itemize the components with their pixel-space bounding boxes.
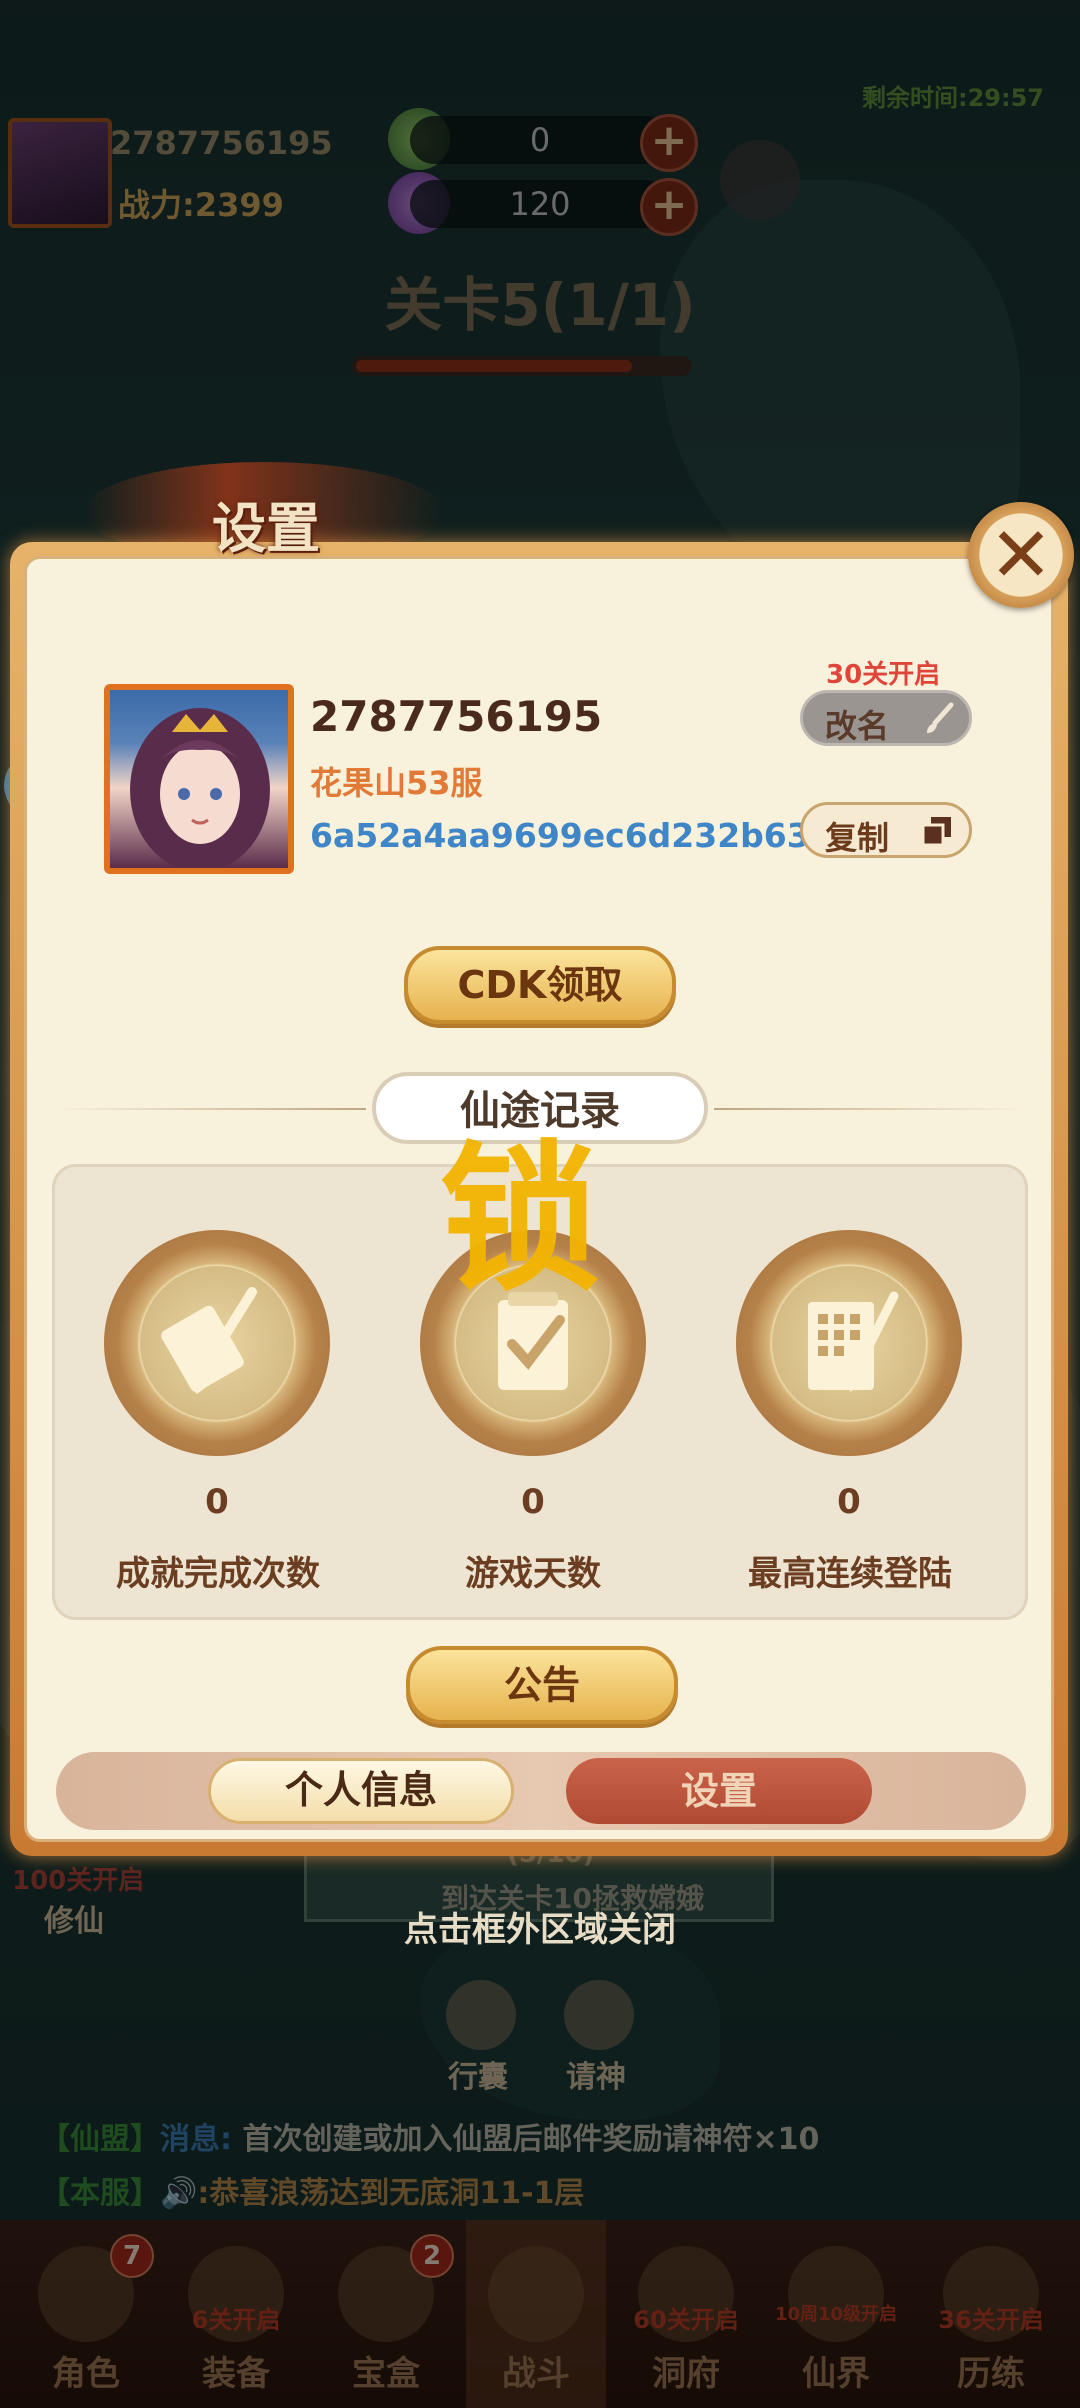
achievement-label: 成就完成次数 xyxy=(116,1554,320,1594)
section-divider-left xyxy=(56,1108,366,1110)
rename-button[interactable]: 改名 xyxy=(800,690,972,746)
account-hash: 6a52a4aa9699ec6d232b6390 xyxy=(310,816,856,855)
scroll-brush-icon xyxy=(161,1287,257,1394)
tab-personal-info[interactable]: 个人信息 xyxy=(208,1758,514,1824)
rename-label: 改名 xyxy=(825,707,890,745)
player-id: 2787756195 xyxy=(310,692,603,741)
copy-button[interactable]: 复制 xyxy=(800,802,972,858)
game-days-label: 游戏天数 xyxy=(465,1554,601,1594)
achievement-medal xyxy=(104,1230,330,1456)
player-avatar[interactable] xyxy=(104,684,294,874)
section-divider-right xyxy=(714,1108,1024,1110)
rename-unlock-tip: 30关开启 xyxy=(826,660,941,690)
close-icon: ✕ xyxy=(989,510,1053,599)
tab-settings[interactable]: 设置 xyxy=(566,1758,872,1824)
close-button[interactable]: ✕ xyxy=(968,502,1074,608)
calendar-brush-icon xyxy=(808,1291,899,1392)
dialog-tab-bar xyxy=(56,1752,1026,1830)
login-streak-label: 最高连续登陆 xyxy=(748,1554,952,1594)
login-streak-medal xyxy=(736,1230,962,1456)
lock-watermark: 锁 xyxy=(440,1126,601,1313)
close-hint: 点击框外区域关闭 xyxy=(404,1910,676,1950)
notice-button[interactable]: 公告 xyxy=(406,1646,678,1724)
login-streak-count: 0 xyxy=(837,1482,861,1522)
brush-icon xyxy=(927,702,954,733)
character-portrait-icon xyxy=(130,708,270,868)
cdk-redeem-button[interactable]: CDK领取 xyxy=(404,946,676,1024)
server-name: 花果山53服 xyxy=(310,764,483,802)
copy-icon xyxy=(921,817,951,847)
copy-label: 复制 xyxy=(825,819,890,857)
achievement-count: 0 xyxy=(205,1482,229,1522)
game-days-count: 0 xyxy=(521,1482,545,1522)
dialog-title: 设置 xyxy=(212,497,320,560)
